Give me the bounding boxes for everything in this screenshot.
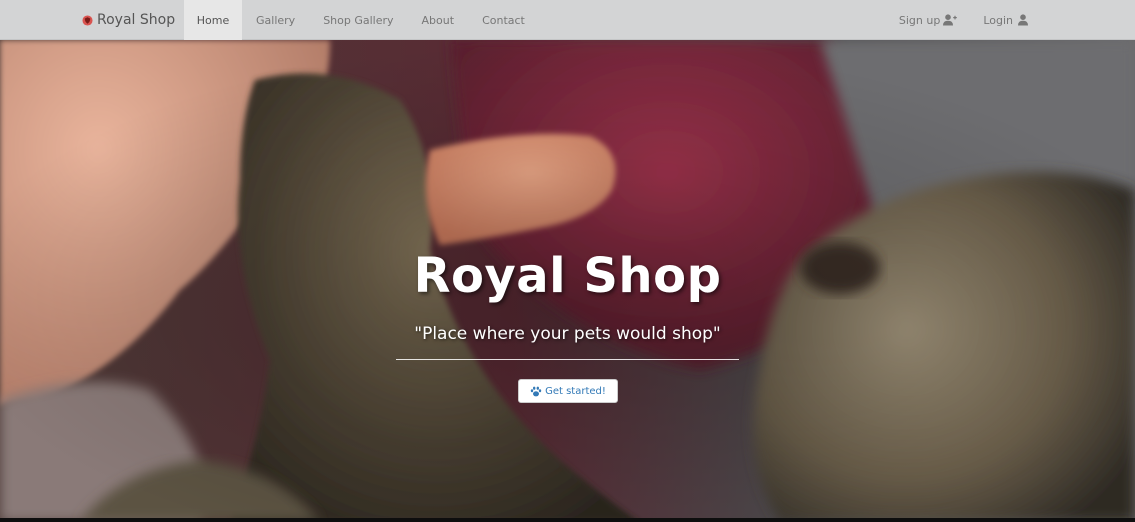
page-bottom-edge [0, 518, 1135, 522]
top-navbar: Royal Shop Home Gallery Shop Gallery Abo… [0, 0, 1135, 40]
nav-home[interactable]: Home [184, 0, 242, 40]
login-label: Login [983, 13, 1013, 27]
page: Royal Shop Home Gallery Shop Gallery Abo… [0, 0, 1135, 522]
signup-link[interactable]: Sign up [886, 0, 970, 40]
user-icon [1018, 14, 1028, 26]
get-started-button[interactable]: Get started! [518, 379, 618, 403]
shield-icon [82, 14, 93, 26]
main-nav: Home Gallery Shop Gallery About Contact [184, 0, 539, 40]
account-nav: Sign up Login [886, 0, 1043, 40]
get-started-label: Get started! [545, 385, 606, 397]
nav-gallery-label: Gallery [256, 13, 296, 27]
signup-label: Sign up [898, 13, 941, 27]
nav-contact[interactable]: Contact [468, 0, 539, 40]
hero-divider [396, 359, 739, 360]
nav-home-label: Home [196, 13, 230, 27]
nav-shop-gallery[interactable]: Shop Gallery [309, 0, 407, 40]
nav-about[interactable]: About [408, 0, 469, 40]
hero-content: Royal Shop "Place where your pets would … [0, 40, 1135, 522]
nav-shop-gallery-label: Shop Gallery [323, 13, 394, 27]
brand-link[interactable]: Royal Shop [82, 0, 175, 40]
login-link[interactable]: Login [970, 0, 1043, 40]
brand-label: Royal Shop [97, 12, 176, 28]
hero-subtitle: "Place where your pets would shop" [414, 324, 721, 344]
nav-about-label: About [421, 13, 455, 27]
hero-title: Royal Shop [413, 248, 722, 304]
hero-section: Royal Shop "Place where your pets would … [0, 40, 1135, 522]
nav-contact-label: Contact [482, 13, 525, 27]
nav-gallery[interactable]: Gallery [242, 0, 309, 40]
user-plus-icon [943, 14, 958, 26]
paw-icon [530, 386, 542, 396]
